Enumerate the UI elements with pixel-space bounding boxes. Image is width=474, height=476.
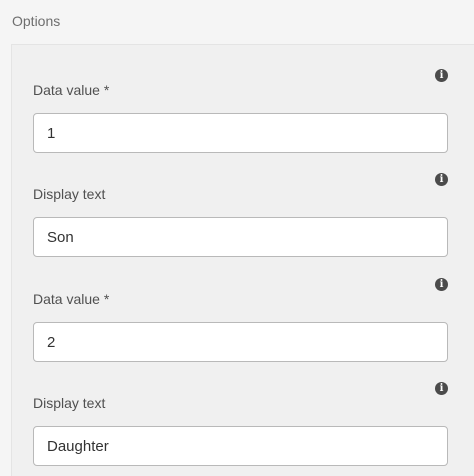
field-label: Display text <box>33 186 106 202</box>
data-value-input[interactable] <box>33 322 448 362</box>
section-title: Options <box>12 13 61 29</box>
info-icon[interactable]: i <box>435 69 448 82</box>
option-1-display-text-field: i Display text <box>12 149 474 257</box>
field-label: Data value * <box>33 291 110 307</box>
info-icon[interactable]: i <box>435 278 448 291</box>
field-label: Data value * <box>33 82 110 98</box>
field-label: Display text <box>33 395 106 411</box>
info-icon[interactable]: i <box>435 382 448 395</box>
option-2-data-value-field: i Data value * <box>12 254 474 362</box>
display-text-input[interactable] <box>33 426 448 466</box>
option-1-data-value-field: i Data value * <box>12 45 474 153</box>
data-value-input[interactable] <box>33 113 448 153</box>
display-text-input[interactable] <box>33 217 448 257</box>
options-panel: i Data value * i Display text i Data val… <box>11 44 474 476</box>
info-icon[interactable]: i <box>435 173 448 186</box>
option-2-display-text-field: i Display text <box>12 358 474 466</box>
